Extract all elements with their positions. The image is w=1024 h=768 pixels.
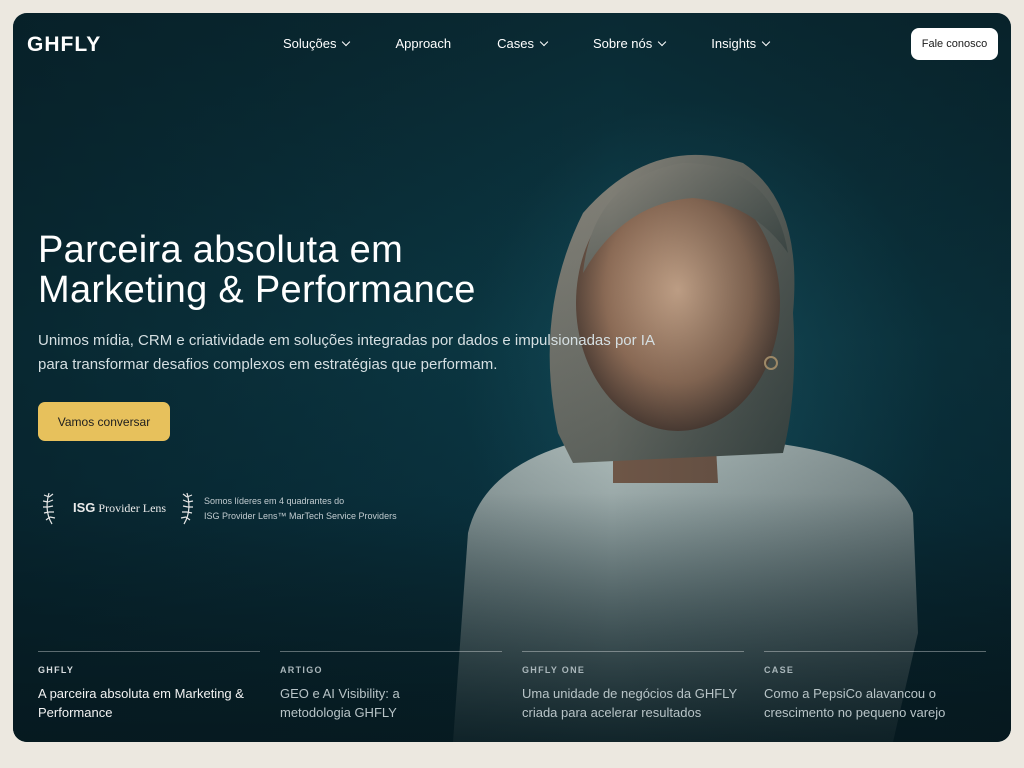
featured-cards: GHFLY A parceira absoluta em Marketing &…	[38, 651, 1006, 722]
nav-item-label: Soluções	[283, 36, 337, 51]
card-text: Como a PepsiCo alavancou o crescimento n…	[764, 686, 946, 720]
laurel-left-icon	[42, 492, 56, 525]
chevron-down-icon	[658, 37, 667, 46]
lets-talk-button[interactable]: Vamos conversar	[38, 402, 170, 441]
award-description: Somos líderes em 4 quadrantes do ISG Pro…	[204, 496, 397, 521]
nav-item-sobre-nos[interactable]: Sobre nós	[593, 36, 667, 51]
hero-headline: Parceira absoluta em Marketing & Perform…	[38, 230, 476, 310]
main-nav: Soluções Approach Cases Sobre nós Insigh…	[283, 36, 815, 51]
chevron-down-icon	[539, 37, 549, 46]
nav-item-insights[interactable]: Insights	[711, 36, 771, 51]
nav-item-label: Sobre nós	[593, 36, 653, 51]
card-text: GEO e AI Visibility: a metodologia GHFLY	[280, 686, 400, 720]
card-ghfly[interactable]: GHFLY A parceira absoluta em Marketing &…	[38, 651, 260, 722]
nav-item-label: Cases	[497, 36, 534, 51]
card-tag: CASE	[764, 665, 795, 675]
hero-section: GHFLY Soluções Approach Cases Sobre nós …	[13, 13, 1011, 742]
card-artigo[interactable]: ARTIGO GEO e AI Visibility: a metodologi…	[280, 651, 502, 722]
hero-overlay	[13, 13, 1011, 742]
card-tag: GHFLY ONE	[522, 665, 586, 675]
nav-item-label: Insights	[711, 36, 757, 51]
nav-item-solucoes[interactable]: Soluções	[283, 36, 351, 51]
card-ghfly-one[interactable]: GHFLY ONE Uma unidade de negócios da GHF…	[522, 651, 744, 722]
nav-item-cases[interactable]: Cases	[497, 36, 549, 51]
chevron-down-icon	[761, 37, 771, 46]
headline-line-1: Parceira absoluta em	[38, 229, 404, 271]
chevron-down-icon	[342, 37, 351, 46]
nav-item-label: Approach	[395, 36, 452, 51]
headline-line-2: Marketing & Performance	[38, 269, 476, 311]
nav-item-approach[interactable]: Approach	[395, 36, 451, 51]
card-case[interactable]: CASE Como a PepsiCo alavancou o crescime…	[764, 651, 986, 722]
card-tag: GHFLY	[38, 665, 75, 675]
isg-provider-lens-logo: ISG Provider Lens	[73, 500, 167, 515]
card-text: A parceira absoluta em Marketing & Perfo…	[38, 686, 244, 720]
card-tag: ARTIGO	[280, 665, 323, 675]
hero-subtitle: Unimos mídia, CRM e criatividade em solu…	[38, 332, 655, 373]
laurel-right-icon	[180, 492, 194, 525]
card-text: Uma unidade de negócios da GHFLY criada …	[522, 686, 737, 720]
brand-logo[interactable]: GHFLY	[27, 33, 101, 57]
contact-button[interactable]: Fale conosco	[911, 28, 998, 60]
